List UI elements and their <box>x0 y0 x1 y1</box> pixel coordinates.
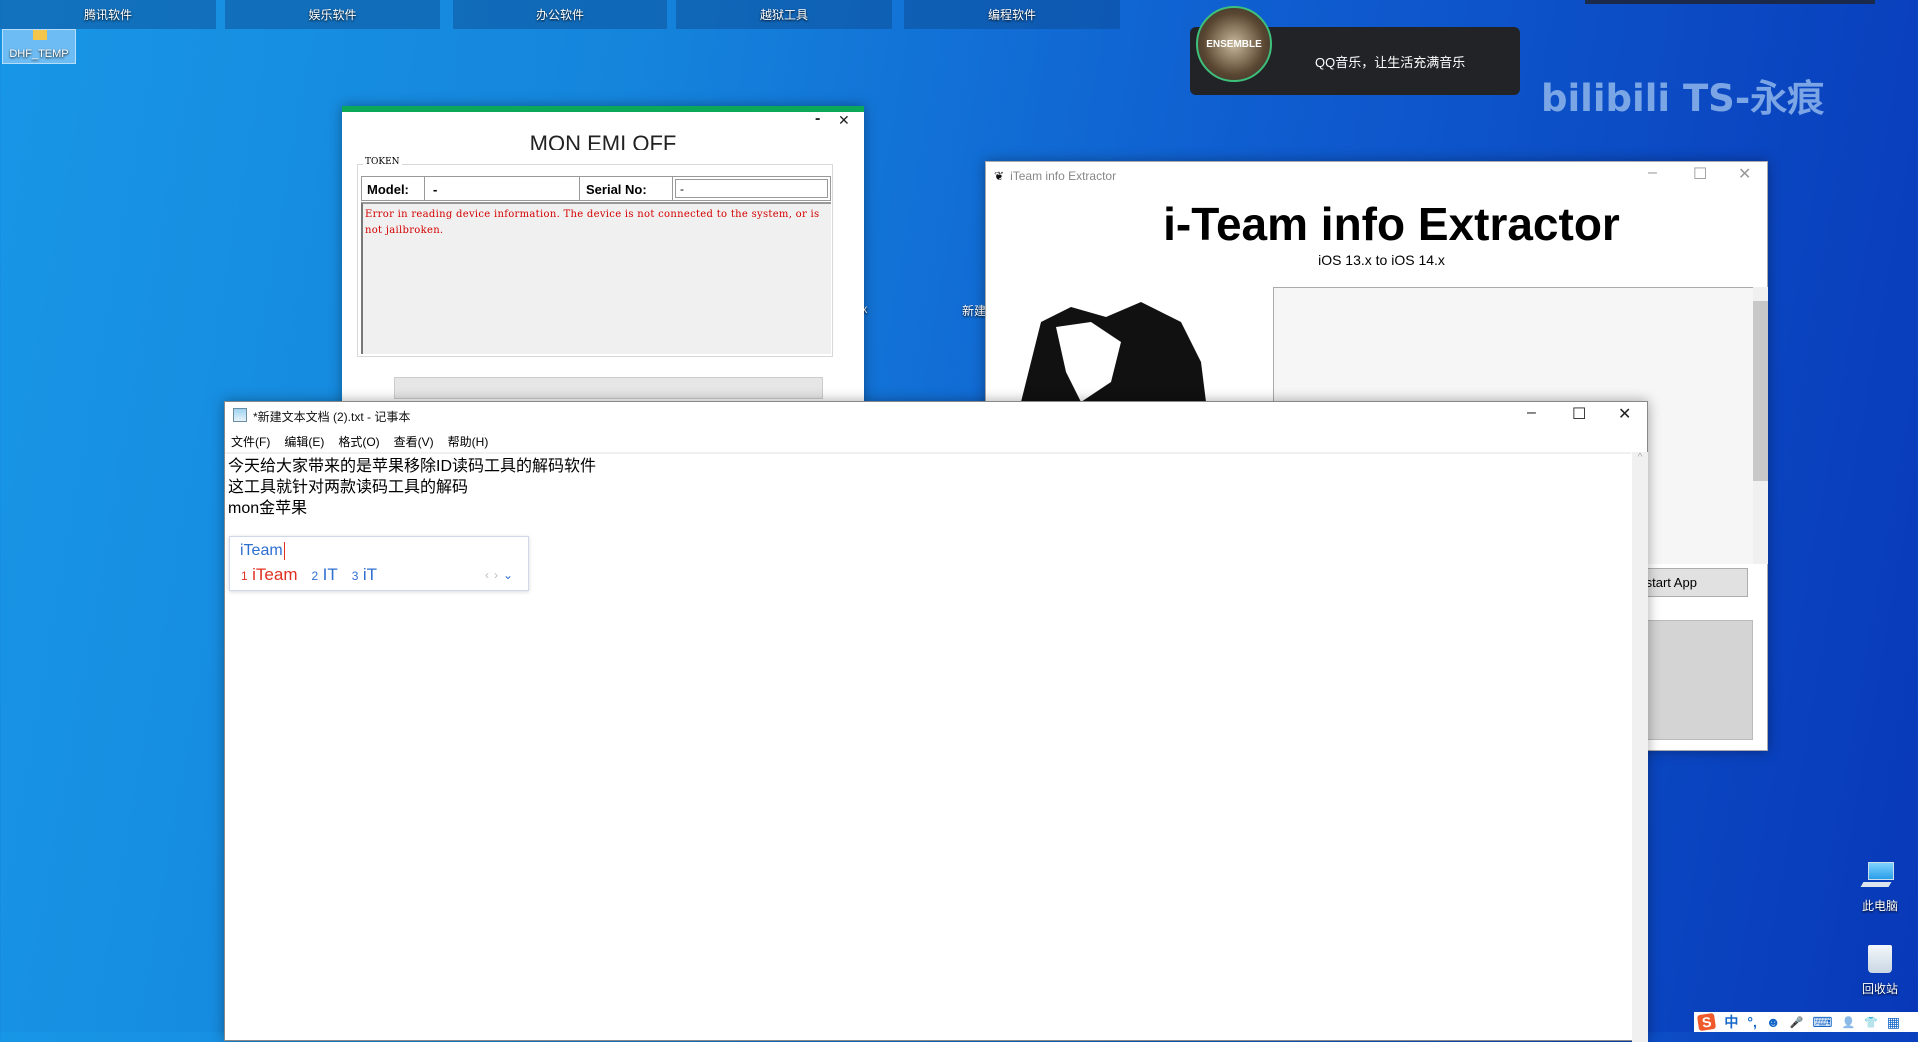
desktop-folder-dhf-temp[interactable]: DHF_TEMP <box>2 29 76 64</box>
candidate-list: 1 iTeam 2 IT 3 iT <box>241 565 377 585</box>
next-page-icon[interactable]: › <box>494 568 498 582</box>
device-info-row: Model: - Serial No: - <box>361 176 831 201</box>
menu-view[interactable]: 查看(V) <box>394 433 434 450</box>
emoji-icon[interactable]: ☻ <box>1766 1014 1781 1030</box>
fence-tencent[interactable]: 腾讯软件 <box>0 0 216 29</box>
sogou-logo-icon[interactable]: S <box>1696 1012 1717 1032</box>
scrollbar[interactable] <box>1753 287 1768 564</box>
watermark: bilibili TS-永痕 <box>1541 77 1825 120</box>
toast-message: QQ音乐，让生活充满音乐 <box>1315 55 1466 70</box>
window-title: iTeam info Extractor <box>1010 169 1117 183</box>
toolbox-icon[interactable]: ▦ <box>1887 1014 1900 1031</box>
close-button[interactable]: ✕ <box>838 112 850 129</box>
minimize-button[interactable]: - <box>815 110 820 128</box>
minimize-button[interactable]: – <box>1648 164 1657 182</box>
app-subtitle: iOS 13.x to iOS 14.x <box>1318 252 1445 268</box>
recycle-bin-icon[interactable] <box>1868 945 1892 973</box>
menu-help[interactable]: 帮助(H) <box>448 433 489 450</box>
app-heading: i-Team info Extractor <box>1163 198 1620 250</box>
notepad-icon <box>233 408 247 422</box>
skin-icon[interactable]: 👕 <box>1864 1016 1878 1029</box>
serial-label: Serial No: <box>580 177 673 200</box>
fence-jailbreak[interactable]: 越狱工具 <box>676 0 892 29</box>
menu-bar: 文件(F) 编辑(E) 格式(O) 查看(V) 帮助(H) <box>231 433 488 450</box>
menu-file[interactable]: 文件(F) <box>231 433 270 450</box>
menu-format[interactable]: 格式(O) <box>338 433 379 450</box>
app-icon: ❦ <box>994 169 1005 183</box>
title-bar: *新建文本文档 (2).txt - 记事本 <box>233 408 410 425</box>
lion-logo-icon <box>1021 302 1206 402</box>
prev-page-icon[interactable]: ‹ <box>485 568 489 582</box>
candidate-1[interactable]: 1 iTeam <box>241 565 298 585</box>
chinese-mode-icon[interactable]: 中 <box>1724 1012 1738 1032</box>
window-title: *新建文本文档 (2).txt - 记事本 <box>253 410 411 424</box>
fence-entertainment[interactable]: 娱乐软件 <box>225 0 440 29</box>
minimize-button[interactable]: – <box>1527 404 1536 422</box>
group-label: TOKEN <box>363 157 402 167</box>
album-art: ENSEMBLE <box>1196 6 1272 82</box>
model-label: Model: <box>362 177 425 200</box>
expand-chevron-icon[interactable]: ⌄ <box>503 568 513 582</box>
text-line: 今天给大家带来的是苹果移除ID读码工具的解码软件 <box>228 458 597 475</box>
text-line: mon金苹果 <box>228 500 308 517</box>
this-pc-label: 此电脑 <box>1861 899 1898 913</box>
keyboard-icon[interactable]: ⌨ <box>1812 1014 1832 1031</box>
mon-emi-off-window: - ✕ MON EMI OFF TOKEN Model: - Serial No… <box>342 106 864 406</box>
serial-input[interactable]: - <box>675 179 828 198</box>
window-title: MON EMI OFF <box>529 131 677 150</box>
fence-programming[interactable]: 编程软件 <box>904 0 1120 29</box>
album-text: ENSEMBLE <box>1206 38 1262 50</box>
error-log[interactable]: Error in reading device information. The… <box>361 202 831 354</box>
candidate-3[interactable]: 3 iT <box>352 565 377 585</box>
ime-input: iTeam <box>240 542 285 560</box>
maximize-button[interactable]: ☐ <box>1572 404 1586 424</box>
desktop-file-fragment-2[interactable]: 新建 <box>962 302 986 319</box>
sogou-toolbar[interactable]: S 中 °, ☻ 🎤 ⌨ 👤 👕 ▦ <box>1694 1012 1918 1032</box>
candidate-paging: ‹ › ⌄ <box>485 568 513 582</box>
token-group: TOKEN Model: - Serial No: - Error in rea… <box>357 157 833 357</box>
notepad-window: *新建文本文档 (2).txt - 记事本 – ☐ ✕ 文件(F) 编辑(E) … <box>224 401 1648 1042</box>
fence-office[interactable]: 办公软件 <box>453 0 667 29</box>
close-button[interactable]: ✕ <box>1738 164 1751 184</box>
user-icon[interactable]: 👤 <box>1842 1016 1856 1029</box>
vertical-scrollbar[interactable]: ^ <box>1632 452 1648 1042</box>
window-accent-bar <box>342 106 864 112</box>
maximize-button[interactable]: ☐ <box>1693 164 1707 184</box>
title-bar: ❦ iTeam info Extractor <box>994 169 1116 183</box>
top-right-bar <box>1585 0 1875 4</box>
folder-icon <box>33 30 47 40</box>
recycle-bin-label: 回收站 <box>1861 982 1898 996</box>
microphone-icon[interactable]: 🎤 <box>1790 1016 1804 1029</box>
folder-label: DHF_TEMP <box>9 48 69 60</box>
close-button[interactable]: ✕ <box>1618 404 1631 424</box>
ime-candidate-window: iTeam 1 iTeam 2 IT 3 iT ‹ › ⌄ <box>229 536 529 591</box>
model-value: - <box>425 177 580 200</box>
punctuation-icon[interactable]: °, <box>1747 1014 1757 1030</box>
text-line: 这工具就针对两款读码工具的解码 <box>228 479 469 496</box>
progress-bar <box>394 377 823 399</box>
candidate-2[interactable]: 2 IT <box>312 565 338 585</box>
menu-edit[interactable]: 编辑(E) <box>284 433 324 450</box>
